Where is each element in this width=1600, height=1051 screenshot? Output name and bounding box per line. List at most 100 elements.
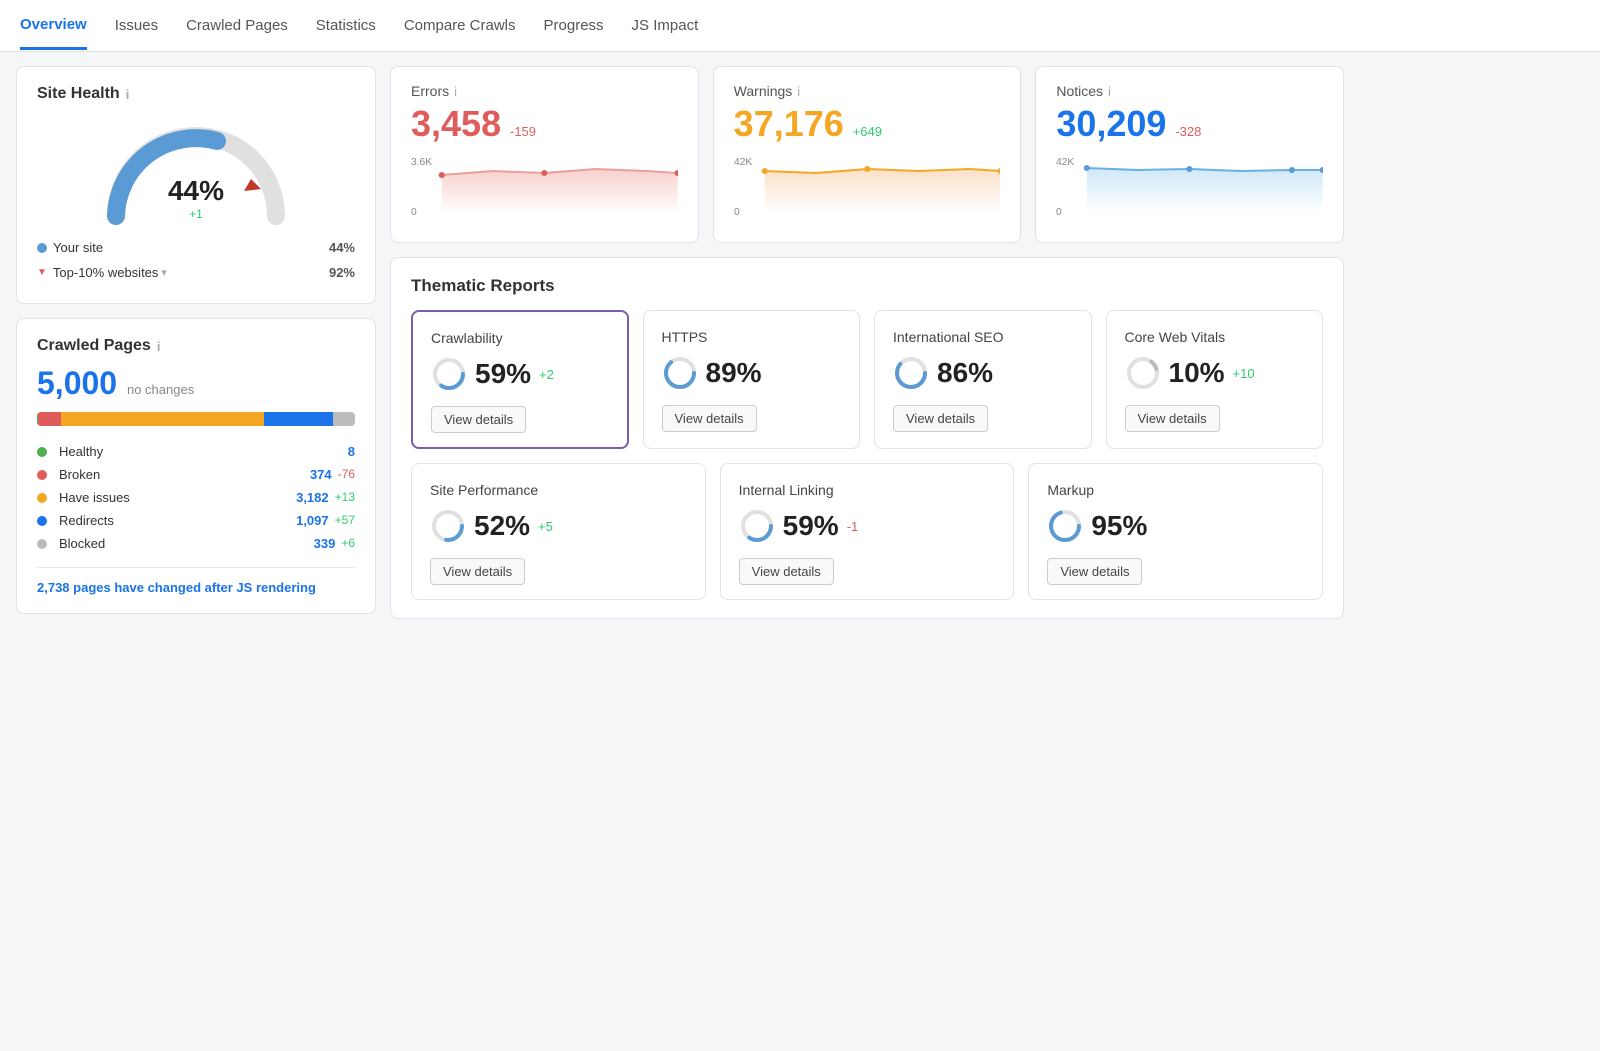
warnings-label-text: Warnings — [734, 83, 793, 99]
report-https: HTTPS 89% View details — [643, 310, 861, 449]
svg-text:0: 0 — [411, 207, 417, 218]
bar-broken — [38, 412, 62, 426]
report-perf-pct: 52% — [474, 510, 530, 542]
report-international-seo: International SEO 86% View details — [874, 310, 1092, 449]
bar-issues — [61, 412, 263, 426]
label-redirects: Redirects — [59, 513, 114, 528]
errors-info-icon[interactable]: i — [454, 84, 457, 99]
report-markup-pct: 95% — [1091, 510, 1147, 542]
view-details-crawlability[interactable]: View details — [431, 406, 526, 433]
nav-overview[interactable]: Overview — [20, 2, 87, 50]
stat-healthy: Healthy 8 — [37, 440, 355, 463]
your-site-label-text: Your site — [53, 240, 103, 255]
crawled-pages-info-icon[interactable]: i — [157, 339, 161, 354]
top10-legend: ▼ Top-10% websites ▾ 92% — [37, 260, 355, 285]
val-broken: 374 — [310, 467, 332, 482]
https-donut-icon — [662, 355, 698, 391]
report-cwv-delta: +10 — [1233, 366, 1255, 381]
warnings-mini-chart: 42K 0 — [734, 153, 1001, 226]
report-crawlability-pct: 59% — [475, 358, 531, 390]
report-crawlability-delta: +2 — [539, 367, 554, 382]
changed-pages-link[interactable]: 2,738 pages have changed after JS render… — [37, 580, 355, 595]
crawled-pages-label: Crawled Pages — [37, 337, 151, 355]
report-linking-delta: -1 — [847, 519, 859, 534]
notices-value: 30,209 — [1056, 103, 1166, 144]
crawled-total-row: 5,000 no changes — [37, 365, 355, 402]
markup-donut-icon — [1047, 508, 1083, 544]
notices-label-text: Notices — [1056, 83, 1103, 99]
crawled-total: 5,000 — [37, 365, 117, 401]
view-details-https[interactable]: View details — [662, 405, 757, 432]
bar-redirects — [264, 412, 334, 426]
notices-value-row: 30,209 -328 — [1056, 103, 1323, 145]
divider — [37, 567, 355, 568]
report-crawlability-score: 59% +2 — [431, 356, 609, 392]
gauge-percent: 44% — [168, 175, 224, 207]
crawlability-donut-icon — [431, 356, 467, 392]
intl-seo-donut-icon — [893, 355, 929, 391]
warnings-info-icon[interactable]: i — [797, 84, 800, 99]
report-https-name: HTTPS — [662, 329, 842, 345]
errors-value-row: 3,458 -159 — [411, 103, 678, 145]
crawled-no-changes: no changes — [127, 382, 194, 397]
nav-statistics[interactable]: Statistics — [316, 3, 376, 48]
report-crawlability: Crawlability 59% +2 View details — [411, 310, 629, 449]
dot-broken — [37, 470, 47, 480]
dot-redirects — [37, 516, 47, 526]
left-column: Site Health i 44% +1 — [16, 66, 376, 619]
perf-donut-icon — [430, 508, 466, 544]
top10-dropdown-icon[interactable]: ▾ — [161, 266, 167, 279]
report-core-web-vitals: Core Web Vitals 10% +10 View details — [1106, 310, 1324, 449]
your-site-value: 44% — [329, 240, 355, 255]
nav-crawled-pages[interactable]: Crawled Pages — [186, 3, 288, 48]
gauge-container: 44% +1 — [37, 111, 355, 231]
report-perf-name: Site Performance — [430, 482, 687, 498]
stat-broken: Broken 374 -76 — [37, 463, 355, 486]
errors-value: 3,458 — [411, 103, 501, 144]
notices-delta: -328 — [1175, 124, 1201, 139]
nav-compare-crawls[interactable]: Compare Crawls — [404, 3, 516, 48]
report-markup-name: Markup — [1047, 482, 1304, 498]
view-details-intl-seo[interactable]: View details — [893, 405, 988, 432]
delta-issues: +13 — [335, 490, 355, 505]
thematic-title: Thematic Reports — [411, 276, 1323, 296]
report-markup-score: 95% — [1047, 508, 1304, 544]
label-broken: Broken — [59, 467, 100, 482]
delta-broken: -76 — [338, 467, 355, 482]
site-health-title: Site Health i — [37, 85, 355, 103]
page-content: Site Health i 44% +1 — [0, 52, 1360, 633]
site-health-info-icon[interactable]: i — [126, 87, 130, 102]
top10-icon: ▼ — [37, 267, 47, 278]
nav-js-impact[interactable]: JS Impact — [632, 3, 699, 48]
warnings-card: Warnings i 37,176 +649 42K 0 — [713, 66, 1022, 243]
changed-pages-text: have changed after JS rendering — [111, 580, 316, 595]
nav-issues[interactable]: Issues — [115, 3, 158, 48]
report-site-performance: Site Performance 52% +5 View details — [411, 463, 706, 600]
crawled-pages-card: Crawled Pages i 5,000 no changes Healthy — [16, 318, 376, 614]
errors-label-text: Errors — [411, 83, 449, 99]
crawled-pages-title: Crawled Pages i — [37, 337, 355, 355]
view-details-markup[interactable]: View details — [1047, 558, 1142, 585]
view-details-cwv[interactable]: View details — [1125, 405, 1220, 432]
your-site-legend: Your site 44% — [37, 235, 355, 260]
report-perf-delta: +5 — [538, 519, 553, 534]
site-health-label: Site Health — [37, 85, 120, 103]
view-details-linking[interactable]: View details — [739, 558, 834, 585]
delta-redirects: +57 — [335, 513, 355, 528]
dot-healthy — [37, 447, 47, 457]
nav-progress[interactable]: Progress — [544, 3, 604, 48]
svg-text:0: 0 — [1056, 207, 1062, 218]
dot-blocked — [37, 539, 47, 549]
report-linking-name: Internal Linking — [739, 482, 996, 498]
notices-info-icon[interactable]: i — [1108, 84, 1111, 99]
report-perf-score: 52% +5 — [430, 508, 687, 544]
stat-blocked: Blocked 339 +6 — [37, 532, 355, 555]
report-crawlability-name: Crawlability — [431, 330, 609, 346]
report-intl-seo-name: International SEO — [893, 329, 1073, 345]
thematic-reports-card: Thematic Reports Crawlability 59% +2 Vie… — [390, 257, 1344, 619]
bar-blocked — [333, 412, 355, 426]
val-issues: 3,182 — [296, 490, 329, 505]
view-details-performance[interactable]: View details — [430, 558, 525, 585]
report-intl-seo-score: 86% — [893, 355, 1073, 391]
reports-grid-bottom: Site Performance 52% +5 View details Int… — [411, 463, 1323, 600]
